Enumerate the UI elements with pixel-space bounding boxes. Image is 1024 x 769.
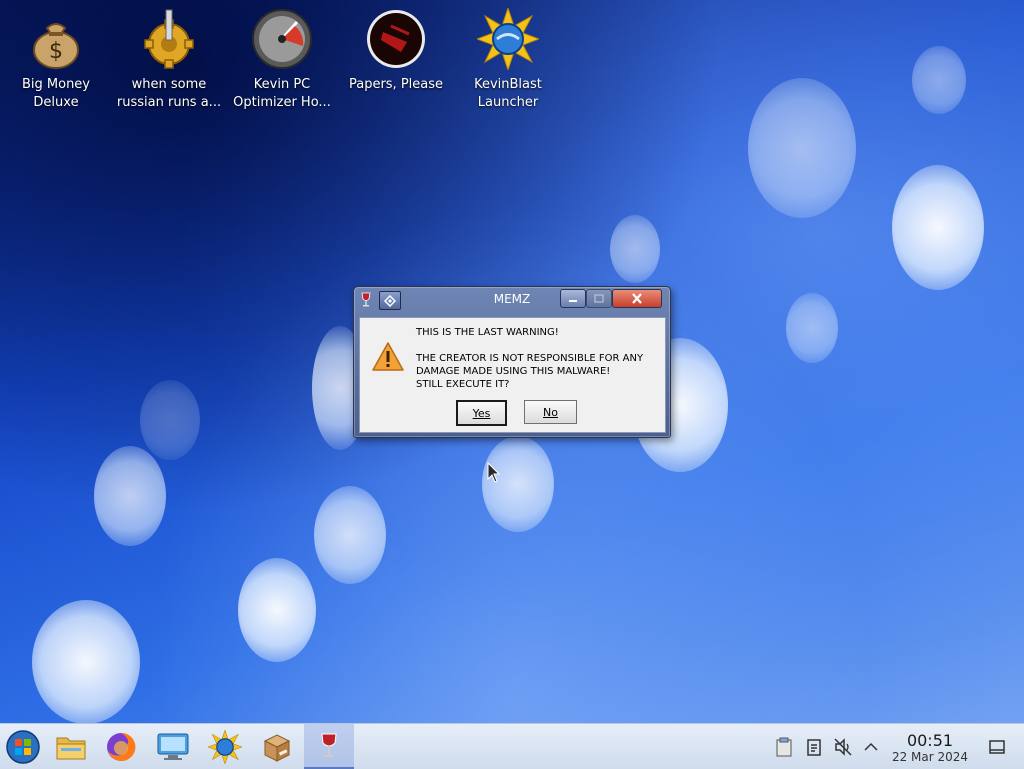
desktop-icon-label: KevinBlast Launcher	[474, 77, 542, 110]
clock-date: 22 Mar 2024	[891, 750, 969, 764]
clipboard-icon	[776, 737, 792, 757]
tray-expand[interactable]	[860, 736, 882, 758]
close-button[interactable]	[612, 289, 662, 308]
warning-icon	[372, 342, 404, 371]
taskbar-firefox[interactable]	[96, 724, 146, 769]
wine-glass-icon	[321, 733, 337, 757]
mouse-cursor-icon	[487, 462, 501, 483]
desktop-icon-label: Kevin PC Optimizer Ho...	[233, 77, 331, 110]
speaker-muted-icon	[834, 738, 852, 756]
package-box-icon	[263, 733, 291, 762]
gear-icon	[144, 9, 194, 69]
desktop-icon-papers-please[interactable]: Papers, Please	[340, 8, 452, 94]
svg-text:$: $	[49, 39, 63, 64]
yes-button[interactable]: Yes	[456, 400, 507, 426]
taskbar-clock[interactable]: 00:51 22 Mar 2024	[884, 731, 976, 765]
tray-notes[interactable]	[803, 736, 825, 758]
no-button-label: No	[543, 405, 558, 419]
minimize-icon	[569, 299, 577, 302]
kevinblast-sun-icon	[208, 729, 242, 764]
desktop-icon-label: Big Money Deluxe	[21, 77, 90, 110]
papers-please-seal-icon	[367, 10, 425, 68]
desktop-icon-kevin-pc-optimizer[interactable]: Kevin PC Optimizer Ho...	[226, 8, 338, 112]
yes-button-label: Yes	[472, 406, 491, 420]
desktop-icon-big-money-deluxe[interactable]: $ Big Money Deluxe	[0, 8, 112, 112]
desktop-icon-russian[interactable]: when some russian runs a...	[113, 8, 225, 112]
desktop-icon-kevinblast-launcher[interactable]: KevinBlast Launcher	[452, 8, 564, 112]
no-button[interactable]: No	[524, 400, 577, 424]
minimize-button[interactable]	[560, 289, 586, 308]
desktop-icon-label: Papers, Please	[348, 77, 444, 92]
dialog-message: THIS IS THE LAST WARNING! THE CREATOR IS…	[416, 327, 644, 390]
show-desktop-icon	[989, 740, 1005, 754]
taskbar-remote-desktop[interactable]	[148, 724, 198, 769]
dialog-body: THIS IS THE LAST WARNING! THE CREATOR IS…	[359, 317, 666, 433]
speedometer-icon	[252, 9, 312, 69]
taskbar-kevinblast[interactable]	[200, 724, 250, 769]
notes-icon	[807, 739, 821, 756]
memz-dialog: MEMZ THIS IS THE LAST WARNING! THE CREAT…	[353, 286, 671, 438]
kevinblast-sun-icon	[477, 8, 539, 70]
tray-clipboard[interactable]	[773, 736, 795, 758]
folder-icon	[56, 737, 86, 759]
dialog-titlebar[interactable]: MEMZ	[354, 287, 670, 313]
chevron-up-icon	[864, 742, 878, 751]
close-icon	[632, 293, 642, 304]
taskbar: 00:51 22 Mar 2024	[0, 723, 1024, 769]
taskbar-file-manager[interactable]	[46, 724, 96, 769]
taskbar-wine[interactable]	[304, 724, 354, 769]
maximize-button[interactable]	[586, 289, 612, 308]
remote-desktop-icon	[157, 733, 189, 760]
start-orb-icon	[6, 729, 40, 764]
desktop-icon-label: when some russian runs a...	[116, 77, 222, 110]
show-desktop-button[interactable]	[986, 736, 1008, 758]
money-bag-icon: $	[33, 23, 79, 69]
start-button[interactable]	[0, 724, 46, 769]
maximize-icon	[594, 294, 604, 303]
clock-time: 00:51	[906, 731, 954, 750]
tray-volume[interactable]	[832, 736, 854, 758]
firefox-icon	[107, 732, 136, 761]
taskbar-package-installer[interactable]	[252, 724, 302, 769]
